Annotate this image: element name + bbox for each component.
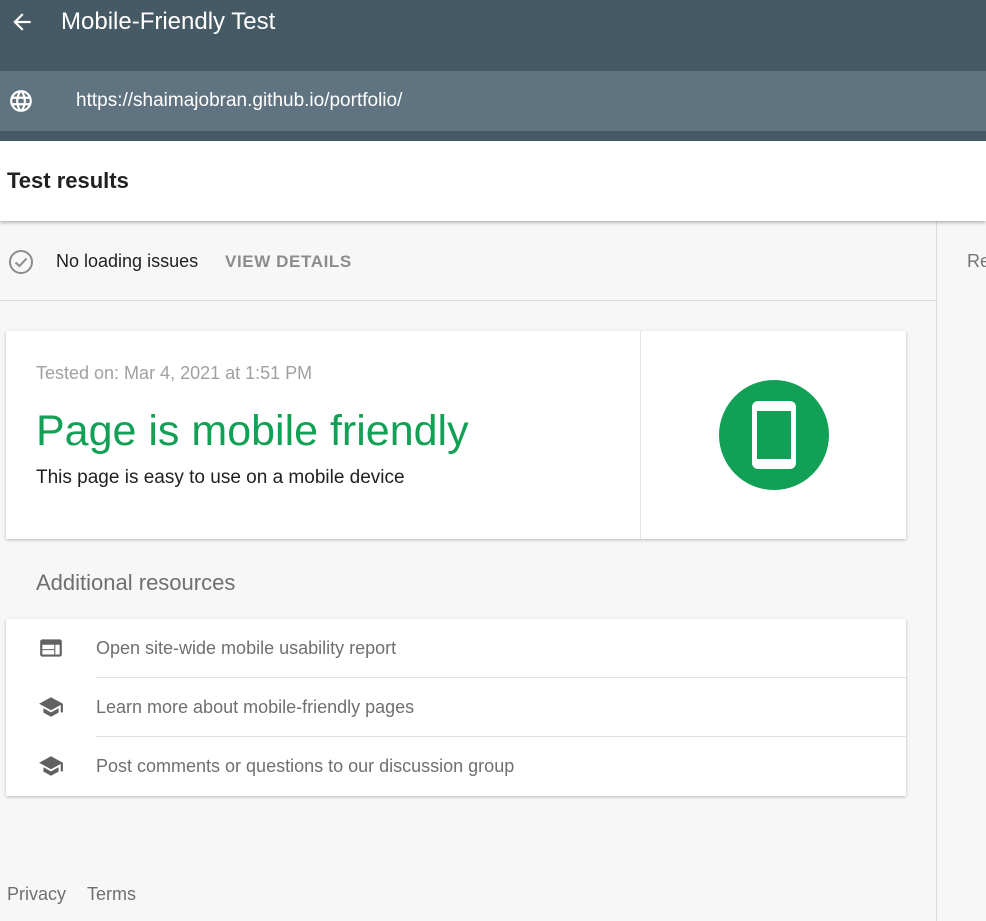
- school-icon: [39, 697, 63, 717]
- tested-on-timestamp: Tested on: Mar 4, 2021 at 1:51 PM: [36, 363, 313, 383]
- url-bar[interactable]: https://shaimajobran.github.io/portfolio…: [0, 71, 986, 131]
- additional-resources-title: Additional resources: [36, 570, 236, 595]
- test-results-header: Test results: [0, 141, 986, 221]
- app-bar: Mobile-Friendly Test https://shaimajobra…: [0, 0, 986, 141]
- view-details-button[interactable]: VIEW DETAILS: [225, 252, 352, 272]
- verdict-heading: Page is mobile friendly: [36, 407, 469, 455]
- page-title: Mobile-Friendly Test: [61, 8, 276, 35]
- check-circle-icon: [9, 250, 33, 274]
- resource-item-usability-report[interactable]: Open site-wide mobile usability report: [6, 619, 906, 678]
- globe-icon: [10, 90, 32, 112]
- privacy-link[interactable]: Privacy: [7, 884, 66, 905]
- resources-list: Open site-wide mobile usability report L…: [6, 619, 906, 796]
- resource-item-label[interactable]: Post comments or questions to our discus…: [96, 756, 514, 777]
- web-report-icon: [40, 639, 62, 657]
- right-panel-title: Re: [967, 251, 986, 271]
- arrow-back-icon: [13, 13, 31, 31]
- card-divider: [640, 331, 641, 539]
- verdict-description: This page is easy to use on a mobile dev…: [36, 467, 405, 488]
- loading-status-text: No loading issues: [56, 251, 199, 271]
- resource-item-label[interactable]: Open site-wide mobile usability report: [96, 638, 396, 659]
- result-card: Tested on: Mar 4, 2021 at 1:51 PM Page i…: [6, 331, 906, 539]
- smartphone-icon: [752, 401, 796, 469]
- resource-item-label[interactable]: Learn more about mobile-friendly pages: [96, 697, 414, 718]
- school-icon: [39, 756, 63, 776]
- resource-item-learn-more[interactable]: Learn more about mobile-friendly pages: [6, 678, 906, 737]
- loading-status-row: No loading issues VIEW DETAILS: [0, 221, 936, 301]
- url-text[interactable]: https://shaimajobran.github.io/portfolio…: [76, 89, 402, 113]
- terms-link[interactable]: Terms: [87, 884, 136, 905]
- test-results-title: Test results: [7, 168, 129, 193]
- mobile-friendly-badge: [719, 380, 829, 490]
- back-button[interactable]: [8, 8, 36, 36]
- panel-divider: [936, 221, 937, 921]
- resource-item-discussion-group[interactable]: Post comments or questions to our discus…: [6, 737, 906, 796]
